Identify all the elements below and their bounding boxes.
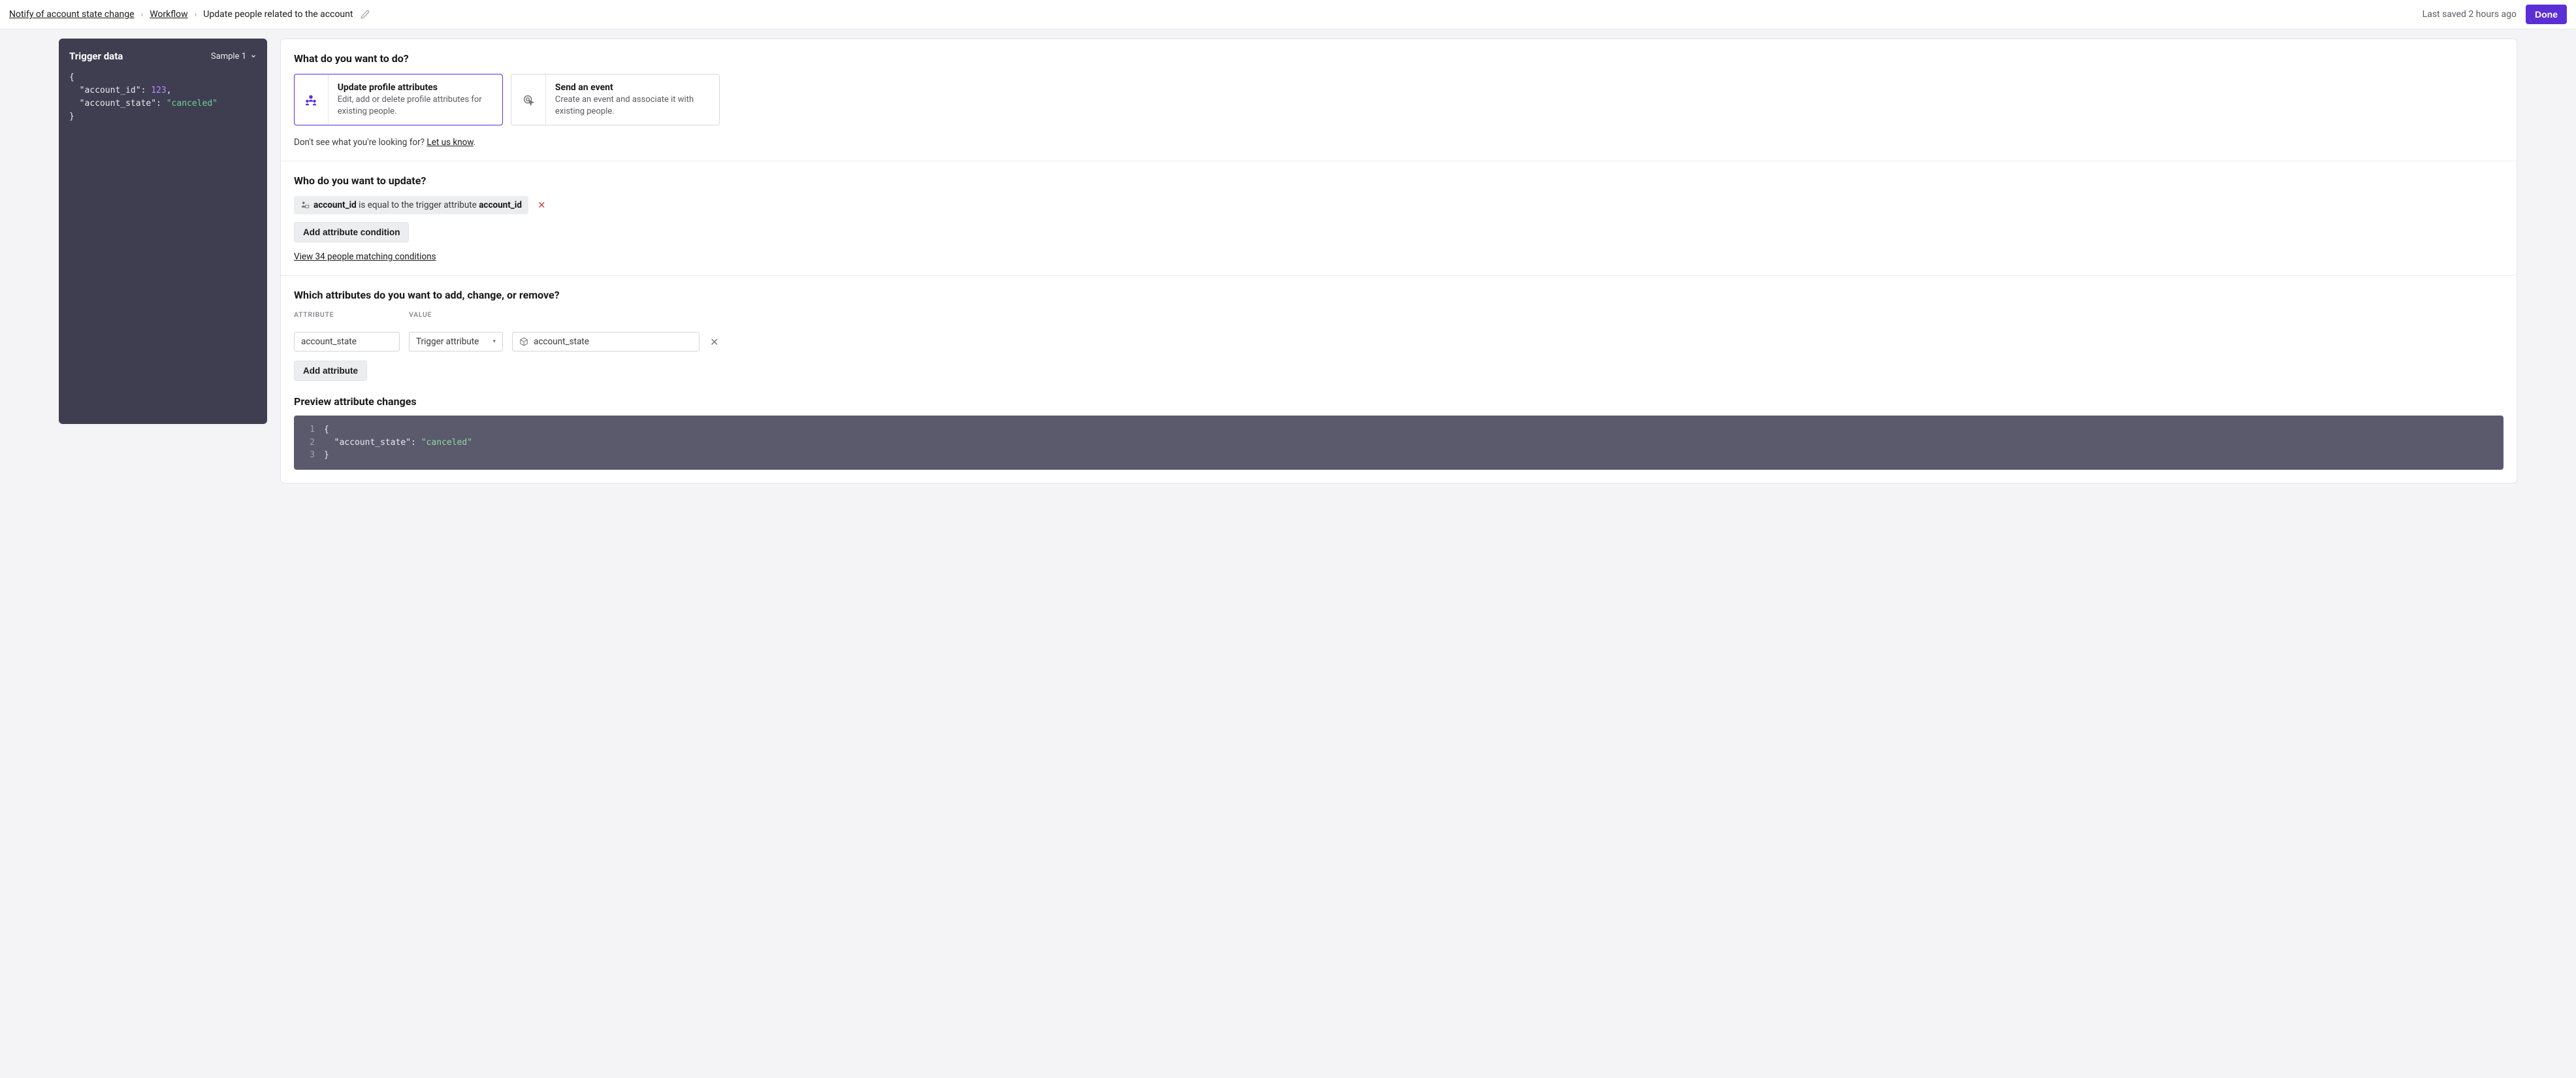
breadcrumb-current: Update people related to the account xyxy=(203,9,353,20)
preview-heading: Preview attribute changes xyxy=(294,395,2504,408)
main-panel: What do you want to do? Update profile a… xyxy=(280,39,2517,483)
done-button[interactable]: Done xyxy=(2526,5,2567,24)
card-desc: Create an event and associate it with ex… xyxy=(555,94,710,117)
chevron-down-icon xyxy=(250,53,257,59)
topbar-right: Last saved 2 hours ago Done xyxy=(2423,5,2567,24)
topbar: Notify of account state change › Workflo… xyxy=(0,0,2576,29)
section-heading: What do you want to do? xyxy=(294,52,2504,65)
sample-selector[interactable]: Sample 1 xyxy=(211,52,257,61)
preview-code-block: 1{ 2 "account_state": "canceled" 3} xyxy=(294,416,2504,470)
breadcrumb-root[interactable]: Notify of account state change xyxy=(9,9,135,20)
action-card-update-attributes[interactable]: Update profile attributes Edit, add or d… xyxy=(294,74,503,125)
cursor-click-icon xyxy=(521,93,536,107)
column-header-value: VALUE xyxy=(409,310,432,319)
section-attributes: Which attributes do you want to add, cha… xyxy=(281,276,2517,483)
card-title: Update profile attributes xyxy=(338,82,493,93)
add-attribute-button[interactable]: Add attribute xyxy=(294,361,367,381)
section-what-to-do: What do you want to do? Update profile a… xyxy=(281,39,2517,161)
person-attribute-icon xyxy=(300,201,310,210)
trigger-json: { "account_id": 123, "account_state": "c… xyxy=(69,71,257,124)
card-title: Send an event xyxy=(555,82,710,93)
chevron-right-icon: › xyxy=(195,10,197,19)
last-saved-text: Last saved 2 hours ago xyxy=(2423,9,2517,20)
section-who-to-update: Who do you want to update? account_id is… xyxy=(281,161,2517,276)
condition-chip[interactable]: account_id is equal to the trigger attri… xyxy=(294,196,528,214)
value-type-select[interactable]: Trigger attribute ▾ xyxy=(409,332,503,351)
chevron-right-icon: › xyxy=(141,10,144,19)
card-desc: Edit, add or delete profile attributes f… xyxy=(338,94,493,117)
workspace: Trigger data Sample 1 { "account_id": 12… xyxy=(0,29,2576,1078)
column-header-attribute: ATTRIBUTE xyxy=(294,310,400,319)
trigger-data-panel: Trigger data Sample 1 { "account_id": 12… xyxy=(59,39,267,424)
pencil-icon[interactable] xyxy=(361,10,370,19)
cube-icon xyxy=(519,337,528,346)
attribute-name-input[interactable]: account_state xyxy=(294,332,400,351)
caret-down-icon: ▾ xyxy=(492,338,496,345)
action-card-send-event[interactable]: Send an event Create an event and associ… xyxy=(511,74,720,125)
help-line: Don't see what you're looking for? Let u… xyxy=(294,137,2504,148)
remove-condition-icon[interactable]: ✕ xyxy=(535,198,549,212)
attribute-row: account_state Trigger attribute ▾ accoun… xyxy=(294,332,2504,351)
sample-selector-label: Sample 1 xyxy=(211,52,246,61)
section-heading: Which attributes do you want to add, cha… xyxy=(294,289,2504,301)
let-us-know-link[interactable]: Let us know xyxy=(427,137,473,148)
section-heading: Who do you want to update? xyxy=(294,174,2504,187)
people-icon xyxy=(304,93,318,107)
value-input[interactable]: account_state xyxy=(512,332,700,351)
remove-attribute-icon[interactable]: ✕ xyxy=(709,335,720,350)
breadcrumb: Notify of account state change › Workflo… xyxy=(9,9,370,20)
breadcrumb-workflow[interactable]: Workflow xyxy=(150,9,188,20)
trigger-data-title: Trigger data xyxy=(69,50,123,62)
view-matching-people-link[interactable]: View 34 people matching conditions xyxy=(294,252,436,262)
add-attribute-condition-button[interactable]: Add attribute condition xyxy=(294,222,409,242)
